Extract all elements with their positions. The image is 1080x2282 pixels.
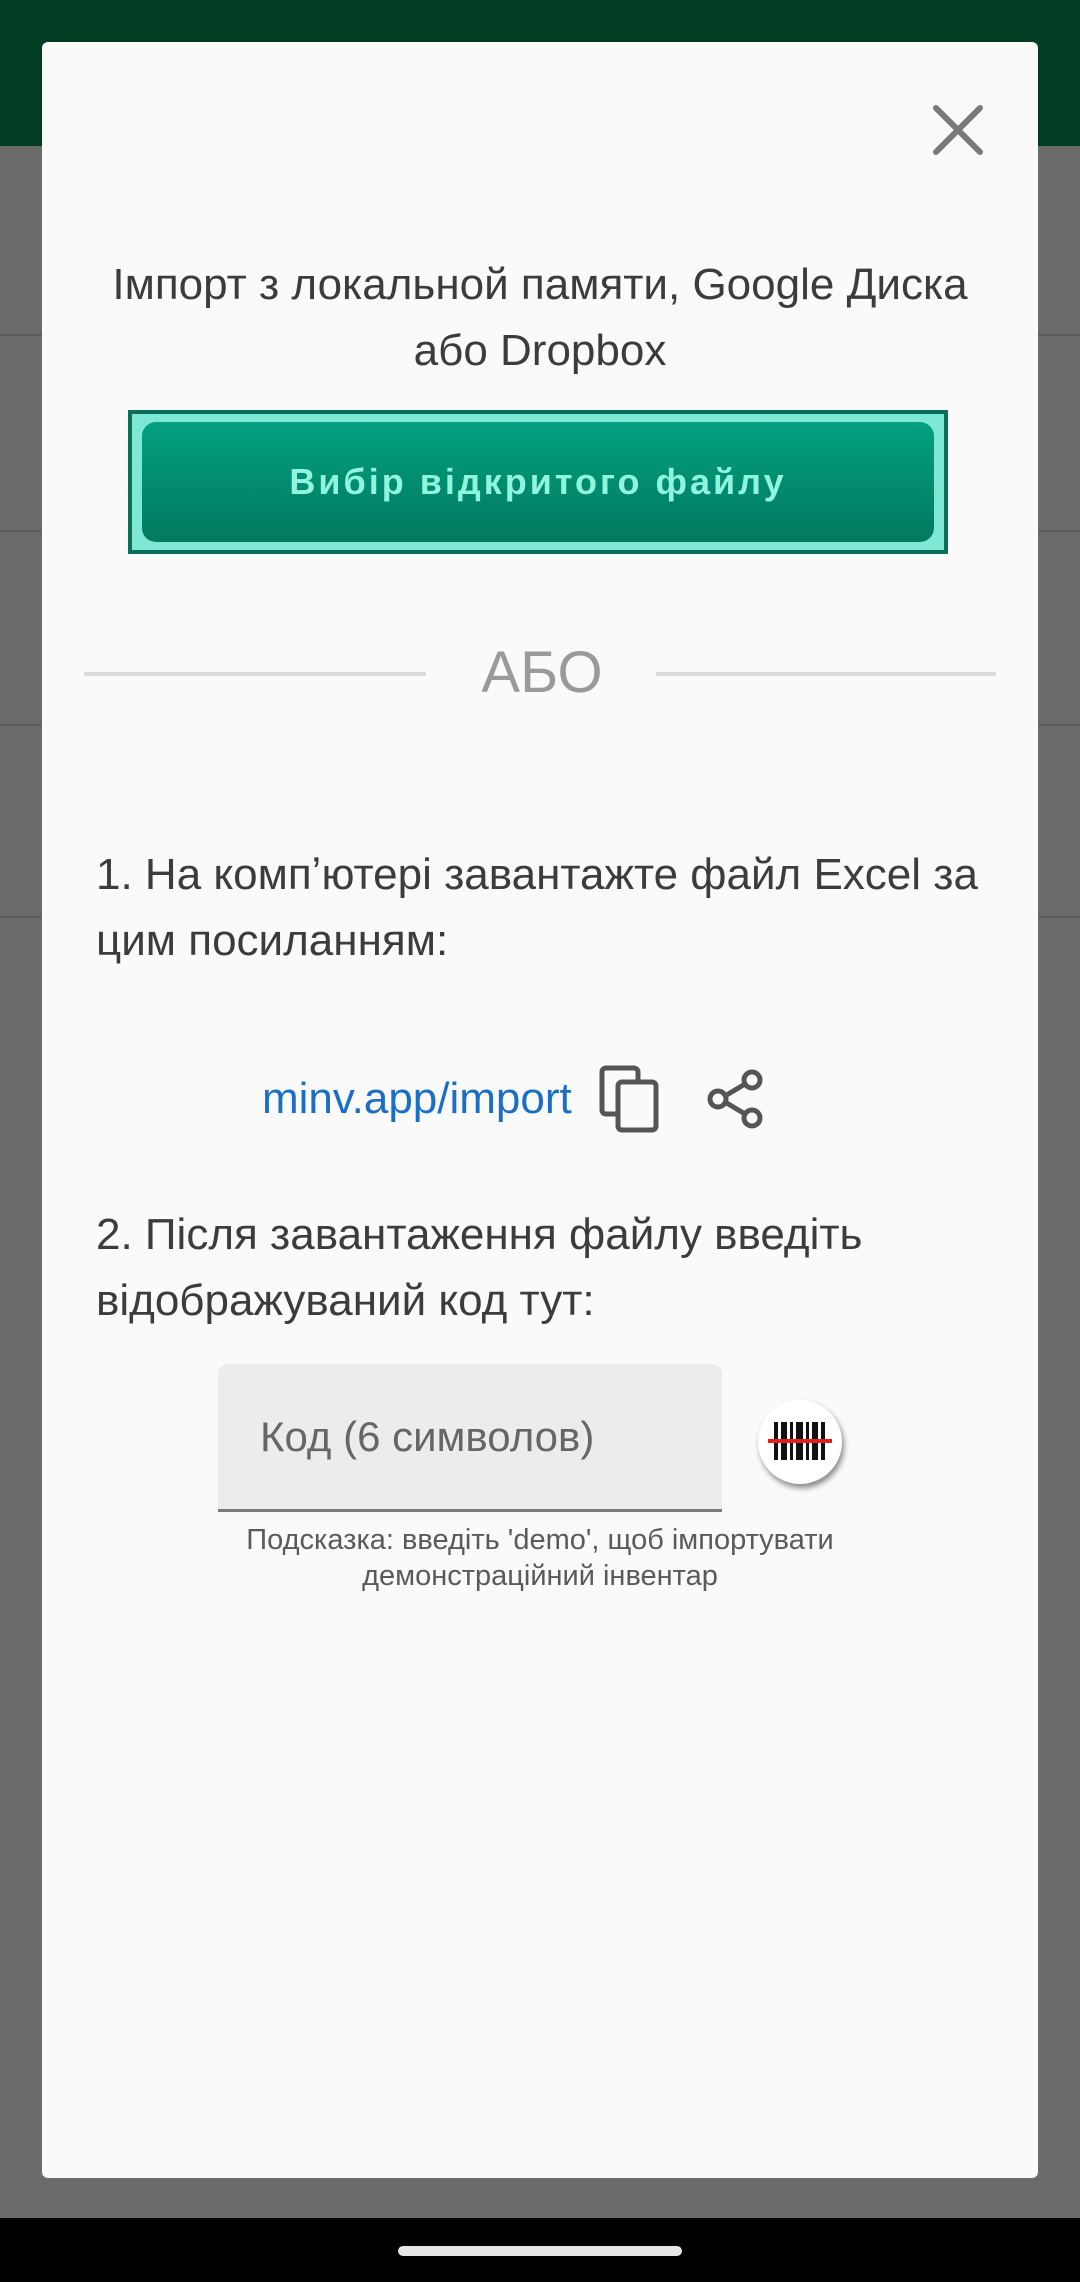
import-link[interactable]: minv.app/import — [262, 1074, 572, 1124]
step1-instruction: 1. На компʼютері завантажте файл Excel з… — [96, 850, 978, 965]
copy-icon[interactable] — [598, 1064, 662, 1134]
code-field[interactable] — [218, 1364, 722, 1512]
dialog-title: Імпорт з локальной памяти, Google Диска … — [112, 260, 968, 375]
import-dialog: Імпорт з локальной памяти, Google Диска … — [42, 42, 1038, 2178]
close-icon — [933, 105, 983, 155]
pick-file-button-frame: Вибір відкритого файлу — [128, 410, 948, 554]
barcode-scan-icon — [768, 1422, 832, 1460]
import-link-row: minv.app/import — [262, 1054, 766, 1144]
divider-line-left — [84, 672, 426, 676]
code-input[interactable] — [218, 1364, 722, 1509]
code-hint: Подсказка: введіть 'demo', щоб імпортува… — [246, 1524, 834, 1592]
close-button[interactable] — [922, 94, 994, 166]
pick-file-button[interactable]: Вибір відкритого файлу — [142, 422, 934, 542]
step2-instruction: 2. Після завантаження файлу введіть відо… — [96, 1210, 863, 1325]
home-indicator[interactable] — [398, 2246, 682, 2256]
divider-line-right — [656, 672, 996, 676]
divider-or-label: АБО — [481, 640, 603, 705]
scan-barcode-button[interactable] — [758, 1400, 842, 1484]
share-icon[interactable] — [706, 1069, 766, 1129]
